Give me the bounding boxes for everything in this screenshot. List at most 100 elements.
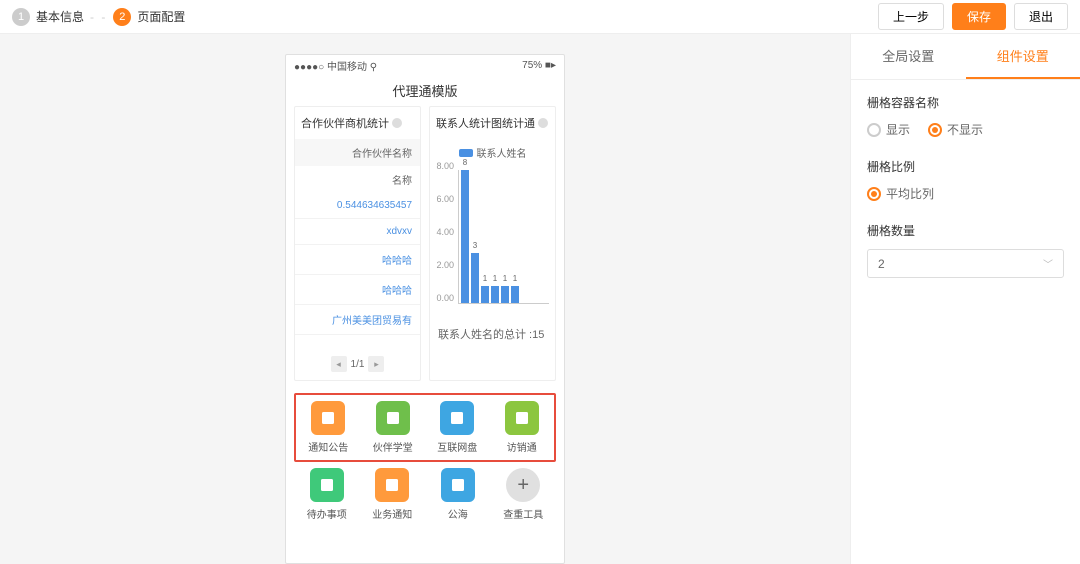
step-1-num: 1	[12, 8, 30, 26]
chevron-down-icon: ﹀	[1043, 256, 1053, 271]
app-label: 互联网盘	[437, 439, 477, 454]
exit-button[interactable]: 退出	[1014, 3, 1068, 30]
battery-text: 75% ■▸	[522, 60, 556, 71]
phone-preview: ●●●●○ 中国移动 ⚲ 75% ■▸ 代理通模版 合作伙伴商机统计 合作伙伴名…	[285, 54, 565, 564]
chart-card-header: 联系人统计图统计通	[430, 107, 555, 139]
settings-panel: 栅格容器名称 显示 不显示 栅格比例 平均比列 栅格数量	[851, 80, 1080, 292]
app-icon	[310, 468, 344, 502]
table-row[interactable]: 哈哈哈	[295, 245, 420, 275]
gear-icon	[392, 118, 402, 128]
table-header-2: 名称	[295, 166, 420, 193]
radio-hide-label: 不显示	[947, 121, 983, 138]
table-row[interactable]: 0.544634635457	[295, 193, 420, 219]
chart-card-title: 联系人统计图统计通	[436, 115, 535, 131]
legend-label: 联系人姓名	[477, 145, 527, 160]
app-icon	[376, 401, 410, 435]
bar-label: 3	[473, 241, 477, 250]
y-tick: 6.00	[436, 194, 454, 204]
bar-label: 1	[483, 274, 487, 283]
sidebar: 全局设置 组件设置 栅格容器名称 显示 不显示 栅格比例 平均比列	[850, 34, 1080, 564]
radio-group-display: 显示 不显示	[867, 121, 1064, 138]
pager-next[interactable]: ▸	[368, 356, 384, 372]
bar: 1	[491, 286, 499, 303]
bar: 8	[461, 170, 469, 303]
header-buttons: 上一步 保存 退出	[878, 3, 1068, 30]
pager-prev[interactable]: ◂	[331, 356, 347, 372]
app-item[interactable]: 待办事项	[297, 468, 357, 521]
chart-card[interactable]: 联系人统计图统计通 联系人姓名 8.006.004.002.000.00 831…	[429, 106, 556, 381]
app-icon: +	[506, 468, 540, 502]
phone-title: 代理通模版	[286, 75, 564, 106]
header-bar: 1 基本信息 - - 2 页面配置 上一步 保存 退出	[0, 0, 1080, 34]
grid-count-select[interactable]: 2 ﹀	[867, 249, 1064, 278]
field-count: 栅格数量	[867, 222, 1064, 239]
save-button[interactable]: 保存	[952, 3, 1006, 30]
radio-hide[interactable]: 不显示	[928, 121, 983, 138]
app-item[interactable]: +查重工具	[493, 468, 553, 521]
radio-avg-label: 平均比列	[886, 185, 934, 202]
y-tick: 8.00	[436, 161, 454, 171]
app-item[interactable]: 访销通	[492, 401, 552, 454]
tab-global[interactable]: 全局设置	[851, 34, 966, 79]
app-item[interactable]: 公海	[428, 468, 488, 521]
app-icon	[440, 401, 474, 435]
chart-footer: 联系人姓名的总计 :15	[430, 316, 555, 352]
bar: 1	[481, 286, 489, 303]
field-ratio: 栅格比例	[867, 158, 1064, 175]
bar-label: 8	[463, 158, 467, 167]
apps-row[interactable]: 待办事项 业务通知 公海 +查重工具	[294, 462, 556, 527]
app-label: 公海	[448, 506, 468, 521]
card-row: 合作伙伴商机统计 合作伙伴名称 名称 0.544634635457xdvxv哈哈…	[286, 106, 564, 381]
bar: 1	[511, 286, 519, 303]
table-row[interactable]: xdvxv	[295, 219, 420, 245]
plot-area: 831111	[458, 170, 549, 304]
prev-button[interactable]: 上一步	[878, 3, 944, 30]
y-tick: 0.00	[436, 293, 454, 303]
app-icon	[311, 401, 345, 435]
step-2-num: 2	[113, 8, 131, 26]
step-2-label: 页面配置	[137, 8, 185, 25]
bar-label: 1	[513, 274, 517, 283]
chart-plot: 8.006.004.002.000.00 831111	[430, 166, 555, 316]
gear-icon	[538, 118, 548, 128]
bar: 3	[471, 253, 479, 303]
app-label: 待办事项	[307, 506, 347, 521]
table-row[interactable]: 广州美美团贸易有	[295, 305, 420, 335]
radio-show[interactable]: 显示	[867, 121, 910, 138]
step-separator: - -	[90, 10, 107, 24]
radio-group-ratio: 平均比列	[867, 185, 1064, 202]
app-item[interactable]: 通知公告	[298, 401, 358, 454]
app-icon	[441, 468, 475, 502]
partner-card[interactable]: 合作伙伴商机统计 合作伙伴名称 名称 0.544634635457xdvxv哈哈…	[294, 106, 421, 381]
apps-row-selected[interactable]: 通知公告伙伴学堂 互联网盘 访销通	[294, 393, 556, 462]
select-value: 2	[878, 257, 885, 271]
app-label: 业务通知	[372, 506, 412, 521]
table-body: 0.544634635457xdvxv哈哈哈哈哈哈广州美美团贸易有	[295, 193, 420, 348]
app-label: 伙伴学堂	[373, 439, 413, 454]
legend-swatch	[459, 149, 473, 157]
y-axis: 8.006.004.002.000.00	[434, 166, 454, 298]
app-item[interactable]: 伙伴学堂	[363, 401, 423, 454]
field-container-name: 栅格容器名称	[867, 94, 1064, 111]
y-tick: 4.00	[436, 227, 454, 237]
radio-icon	[928, 123, 942, 137]
app-label: 访销通	[507, 439, 537, 454]
carrier-text: ●●●●○ 中国移动 ⚲	[294, 58, 377, 73]
table-header-1: 合作伙伴名称	[295, 139, 420, 166]
radio-avg[interactable]: 平均比列	[867, 185, 934, 202]
bar: 1	[501, 286, 509, 303]
pager: ◂ 1/1 ▸	[295, 348, 420, 380]
bar-label: 1	[503, 274, 507, 283]
tab-component[interactable]: 组件设置	[966, 34, 1080, 79]
app-item[interactable]: 业务通知	[362, 468, 422, 521]
phone-status-bar: ●●●●○ 中国移动 ⚲ 75% ■▸	[286, 55, 564, 75]
app-item[interactable]: 互联网盘	[427, 401, 487, 454]
radio-icon	[867, 187, 881, 201]
main-area: ●●●●○ 中国移动 ⚲ 75% ■▸ 代理通模版 合作伙伴商机统计 合作伙伴名…	[0, 34, 1080, 564]
partner-card-header: 合作伙伴商机统计	[295, 107, 420, 139]
table-row[interactable]: 哈哈哈	[295, 275, 420, 305]
app-icon	[505, 401, 539, 435]
bar-label: 1	[493, 274, 497, 283]
bars-container: 831111	[461, 170, 549, 303]
step-1-label: 基本信息	[36, 8, 84, 25]
